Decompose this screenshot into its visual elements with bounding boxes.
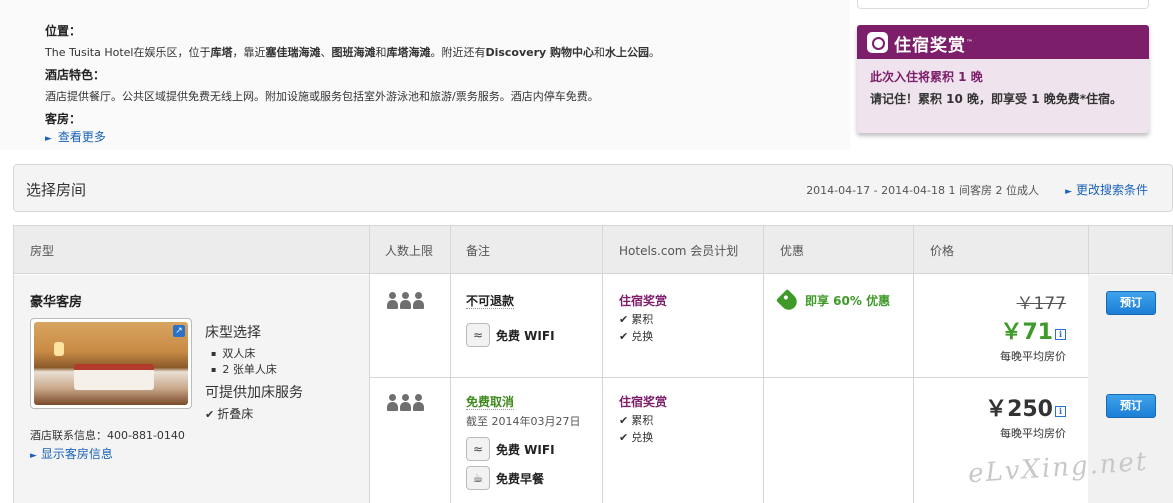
amenity-breakfast: ☕ 免费早餐 — [466, 466, 581, 490]
wifi-icon: ≈ — [466, 437, 490, 461]
room-photo[interactable]: ↗ — [30, 318, 192, 409]
bed-option: 2 张单人床 — [211, 362, 277, 378]
bed-option: 双人床 — [211, 346, 277, 362]
see-more-label: 查看更多 — [57, 130, 106, 144]
header-price: 价格 — [930, 244, 955, 258]
cancel-deadline: 截至 2014年03月27日 — [466, 415, 581, 428]
rate-notes: 免费取消 截至 2014年03月27日 ≈ 免费 WIFI ☕ 免费早餐 — [466, 393, 581, 490]
info-icon[interactable]: i — [1055, 329, 1066, 340]
show-room-info-label: 显示客房信息 — [40, 447, 113, 461]
chevron-right-icon: ► — [30, 451, 37, 461]
member-item: ✔ 累积 — [619, 313, 654, 326]
amenity-wifi: ≈ 免费 WIFI — [466, 323, 555, 347]
amenity-wifi: ≈ 免费 WIFI — [466, 437, 581, 461]
header-room-type: 房型 — [30, 244, 55, 258]
table-header: 房型 人数上限 备注 Hotels.com 会员计划 优惠 价格 — [14, 226, 1172, 274]
check-icon: ✔ — [619, 431, 629, 444]
rate-price: ￥177 ￥71 i 每晚平均房价 — [1000, 289, 1066, 364]
member-program: 住宿奖赏 ✔ 累积 ✔ 兑换 — [619, 292, 667, 344]
room-name: 豪华客房 — [30, 295, 83, 310]
hotel-description: 位置： The Tusita Hotel在娱乐区，位于库塔，靠近塞佳瑞海滩、图班… — [0, 0, 850, 150]
stay-dates-summary: 2014-04-17 - 2014-04-18 1 间客房 2 位成人 — [806, 184, 1039, 197]
location-section: 位置： The Tusita Hotel在娱乐区，位于库塔，靠近塞佳瑞海滩、图班… — [45, 22, 660, 60]
check-icon: ✔ — [619, 414, 629, 427]
avg-nightly-label: 每晚平均房价 — [1000, 350, 1066, 363]
header-offers: 优惠 — [780, 244, 805, 258]
rewards-title: 住宿奖赏™ — [894, 36, 974, 56]
hotels-logo-icon — [867, 32, 888, 53]
rewards-earn-text: 此次入住将累积 1 晚 — [870, 70, 983, 84]
change-search-label: 更改搜索条件 — [1075, 183, 1148, 197]
rooms-heading: 客房： — [45, 112, 82, 126]
price: ￥250 — [985, 397, 1053, 422]
extra-bed-title: 可提供加床服务 — [205, 385, 303, 401]
features-heading: 酒店特色： — [45, 68, 106, 82]
room-type-cell: 豪华客房 ↗ 床型选择 双人床 2 张单人床 可提供加床服务 ✔折叠床 酒店联系… — [14, 275, 369, 503]
see-more-link[interactable]: ► 查看更多 — [45, 128, 106, 145]
rewards-card: 住宿奖赏™ 此次入住将累积 1 晚 请记住！累积 10 晚，即享受 1 晚免费*… — [857, 25, 1149, 133]
header-max-guests: 人数上限 — [385, 244, 434, 258]
change-search-link[interactable]: ► 更改搜索条件 — [1065, 181, 1148, 198]
check-icon: ✔ — [619, 330, 629, 343]
location-text: The Tusita Hotel在娱乐区，位于库塔，靠近塞佳瑞海滩、图班海滩和库… — [45, 46, 661, 59]
max-guests-icon — [387, 292, 424, 309]
discount-offer: 即享 60% 优惠 — [775, 288, 890, 313]
hotel-phone: 酒店联系信息：400-881-0140 — [30, 429, 185, 442]
show-room-info-link[interactable]: ► 显示客房信息 — [30, 445, 113, 462]
rooms-section: 客房： — [45, 110, 81, 127]
expand-icon[interactable]: ↗ — [173, 325, 185, 337]
extra-bed-item: ✔ 折叠床 — [205, 407, 254, 421]
member-title: 住宿奖赏 — [619, 294, 668, 308]
check-icon: ✔ — [619, 313, 629, 326]
select-room-bar: 选择房间 2014-04-17 - 2014-04-18 1 间客房 2 位成人… — [13, 164, 1173, 212]
chevron-right-icon: ► — [1065, 187, 1072, 197]
chevron-right-icon: ► — [45, 134, 52, 144]
header-member-program: Hotels.com 会员计划 — [619, 244, 739, 258]
avg-nightly-label: 每晚平均房价 — [1000, 427, 1066, 440]
coffee-icon: ☕ — [466, 466, 490, 490]
features-text: 酒店提供餐厅。公共区域提供免费无线上网。附加设施或服务包括室外游泳池和旅游/票务… — [45, 90, 599, 103]
max-guests-icon — [387, 394, 424, 411]
info-icon[interactable]: i — [1055, 406, 1066, 417]
non-refundable-label[interactable]: 不可退款 — [466, 294, 515, 309]
free-cancellation-label[interactable]: 免费取消 — [466, 395, 515, 410]
features-section: 酒店特色： 酒店提供餐厅。公共区域提供免费无线上网。附加设施或服务包括室外游泳池… — [45, 66, 599, 104]
book-button[interactable]: 预订 — [1106, 291, 1156, 315]
rewards-reminder-text: 请记住！累积 10 晚，即享受 1 晚免费*住宿。 — [870, 92, 1123, 106]
tag-icon — [775, 288, 801, 313]
book-button[interactable]: 预订 — [1106, 394, 1156, 418]
header-notes: 备注 — [466, 244, 491, 258]
bed-choice-title: 床型选择 — [205, 325, 261, 341]
member-item: ✔ 兑换 — [619, 431, 654, 444]
location-heading: 位置： — [45, 24, 82, 38]
bed-options-list: 双人床 2 张单人床 — [211, 346, 277, 378]
rate-price: ￥250 i 每晚平均房价 — [985, 391, 1066, 441]
original-price: ￥177 — [1016, 294, 1066, 314]
rewards-card-header: 住宿奖赏™ — [857, 25, 1149, 59]
check-icon: ✔ — [205, 408, 215, 421]
wifi-icon: ≈ — [466, 323, 490, 347]
side-panel-stub — [857, 0, 1149, 9]
member-program: 住宿奖赏 ✔ 累积 ✔ 兑换 — [619, 393, 667, 445]
member-item: ✔ 累积 — [619, 414, 654, 427]
rate-notes: 不可退款 ≈ 免费 WIFI — [466, 292, 555, 347]
member-item: ✔ 兑换 — [619, 330, 654, 343]
member-title: 住宿奖赏 — [619, 395, 668, 409]
select-room-title: 选择房间 — [26, 181, 87, 199]
discounted-price: ￥71 — [1000, 320, 1053, 345]
